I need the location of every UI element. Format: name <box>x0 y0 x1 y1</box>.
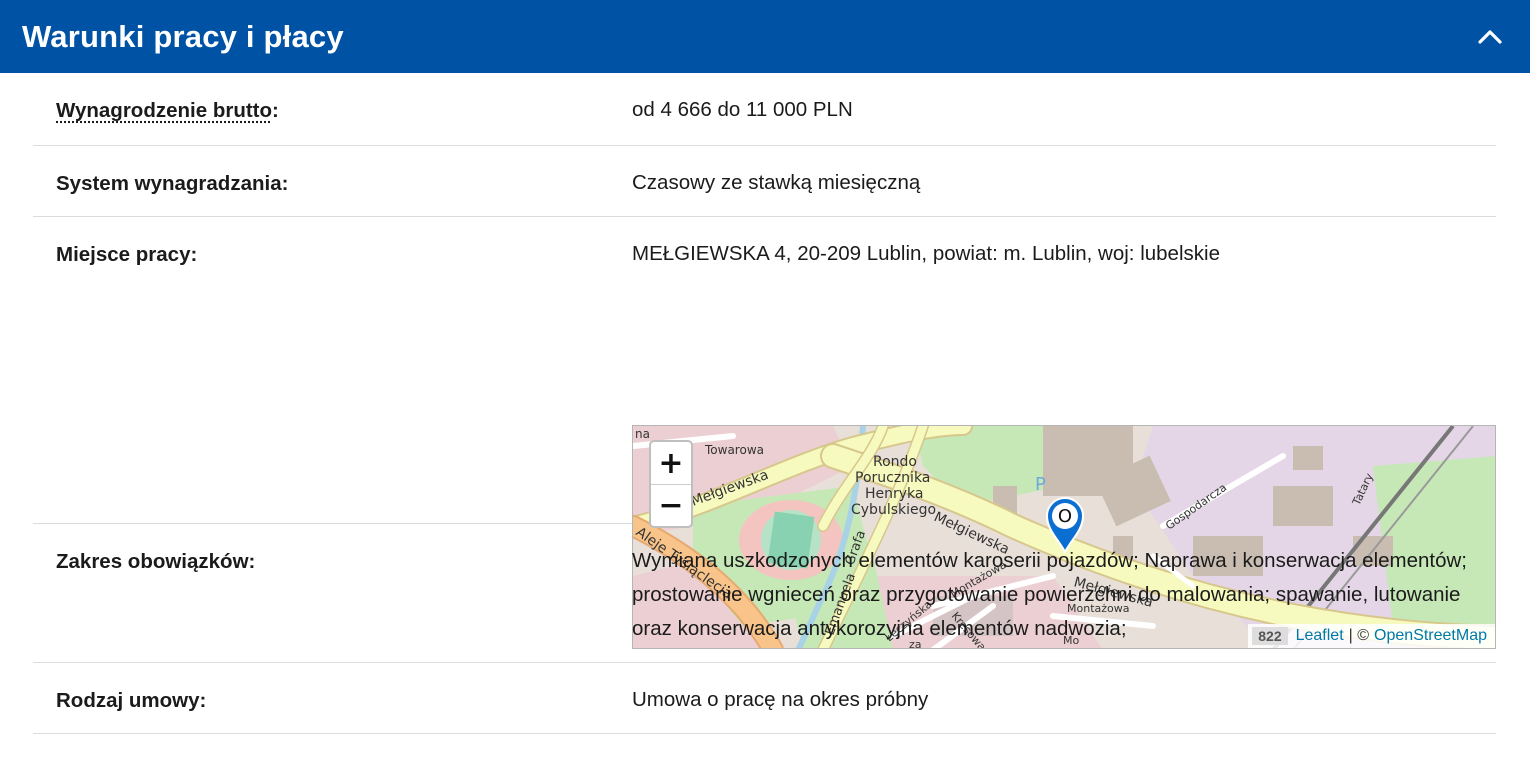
zoom-out-button[interactable]: − <box>651 484 691 526</box>
svg-text:Porucznika: Porucznika <box>855 470 930 486</box>
duties-label: Zakres obowiązków: <box>56 550 256 573</box>
salary-value: od 4 666 do 11 000 PLN <box>632 98 853 121</box>
table-row: System wynagradzania: Czasowy ze stawką … <box>33 146 1496 217</box>
table-row: Miejsce pracy: MEŁGIEWSKA 4, 20-209 Lubl… <box>33 217 1496 649</box>
section-title: Warunki pracy i płacy <box>22 18 344 54</box>
pay-system-value: Czasowy ze stawką miesięczną <box>632 171 921 194</box>
salary-label: Wynagrodzenie brutto: <box>56 99 279 122</box>
svg-text:Henryka: Henryka <box>865 486 924 502</box>
duties-value: Wymiana uszkodzonych elementów karoserii… <box>632 549 1468 640</box>
zoom-in-button[interactable]: + <box>651 442 691 484</box>
svg-text:Rondo: Rondo <box>873 454 917 470</box>
contract-type-label: Rodzaj umowy: <box>56 689 207 712</box>
workplace-label: Miejsce pracy: <box>56 243 198 266</box>
table-row: Zakres obowiązków: Wymiana uszkodzonych … <box>33 524 1496 663</box>
salary-label-abbr[interactable]: Wynagrodzenie brutto <box>56 99 272 122</box>
svg-text:na: na <box>635 427 650 441</box>
workplace-value: MEŁGIEWSKA 4, 20-209 Lublin, powiat: m. … <box>632 242 1220 265</box>
contract-type-value: Umowa o pracę na okres próbny <box>632 688 929 711</box>
svg-text:Towarowa: Towarowa <box>704 443 764 457</box>
svg-text:Cybulskiego: Cybulskiego <box>851 502 936 518</box>
chevron-up-icon[interactable] <box>1472 19 1508 55</box>
svg-text:P: P <box>1035 474 1046 495</box>
pay-system-label: System wynagradzania: <box>56 172 289 195</box>
section-header[interactable]: Warunki pracy i płacy <box>0 0 1530 73</box>
details-table: Wynagrodzenie brutto: od 4 666 do 11 000… <box>33 73 1496 734</box>
zoom-control: + − <box>649 440 693 528</box>
table-row: Wynagrodzenie brutto: od 4 666 do 11 000… <box>33 73 1496 146</box>
table-row: Rodzaj umowy: Umowa o pracę na okres pró… <box>33 663 1496 734</box>
